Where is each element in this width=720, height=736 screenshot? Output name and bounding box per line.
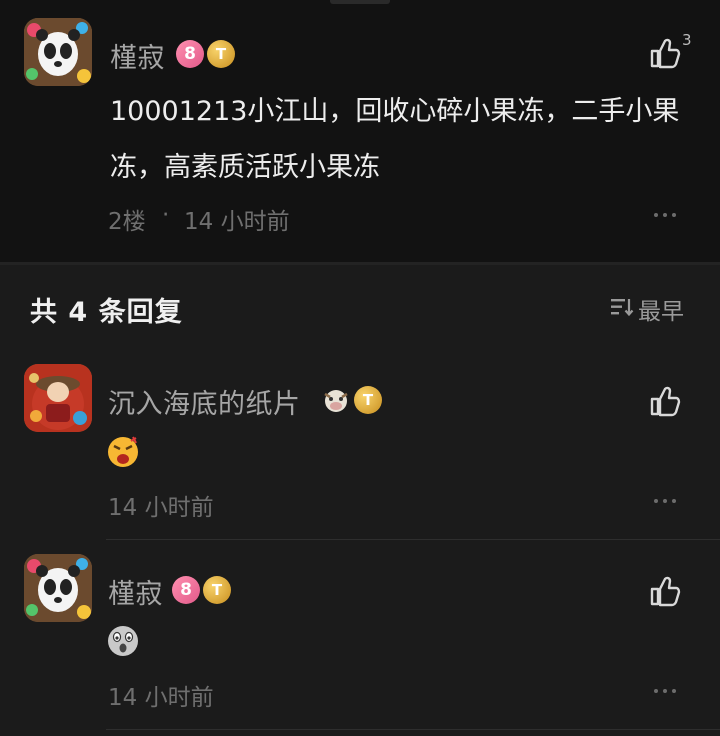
crying-emoji-icon [108,436,138,467]
like-count: 3 [682,31,692,49]
reply-time: 14 小时前 [108,685,214,711]
level-badge: 8 [176,40,204,68]
avatar[interactable] [24,364,92,432]
vip-badge-icon: T [203,576,231,604]
sort-icon [611,299,634,317]
avatar[interactable] [24,554,92,622]
shocked-emoji-icon [108,626,138,656]
vip-badge-icon: T [207,40,235,68]
panda-avatar-icon [24,554,92,622]
comment-text: 10001213小江山，回收心碎小果冻，二手小果冻，高素质活跃小果冻 [110,96,680,183]
cow-emoji-icon [324,390,348,412]
meta-separator: · [162,202,170,228]
row-divider [106,729,720,730]
thumbs-up-icon[interactable] [648,36,682,70]
more-options-icon[interactable] [652,496,682,506]
user-name[interactable]: 槿寂 [110,36,165,75]
section-divider [0,262,720,265]
drag-handle[interactable] [330,0,390,4]
main-comment-card: 槿寂 8 T 3 10001213小江山，回收心碎小果冻，二手小果冻，高素质活跃… [0,0,720,262]
user-name[interactable]: 槿寂 [108,572,163,611]
more-options-icon[interactable] [652,686,682,696]
sort-label: 最早 [638,299,684,325]
user-name[interactable]: 沉入海底的纸片 [108,382,301,421]
comment-time: 14 小时前 [184,209,290,235]
reply-time: 14 小时前 [108,495,214,521]
floor-number: 2楼 [108,209,146,235]
replies-count-title: 共 4 条回复 [30,297,183,328]
panda-avatar-icon [24,18,92,86]
level-badge: 8 [172,576,200,604]
thumbs-up-icon[interactable] [648,574,682,608]
comment-thread-screen: 槿寂 8 T 3 10001213小江山，回收心碎小果冻，二手小果冻，高素质活跃… [0,0,720,736]
avatar[interactable] [24,18,92,86]
vip-badge-icon: T [354,386,382,414]
character-avatar-icon [24,364,92,432]
row-divider [106,539,720,540]
more-options-icon[interactable] [652,210,682,220]
thumbs-up-icon[interactable] [648,384,682,418]
